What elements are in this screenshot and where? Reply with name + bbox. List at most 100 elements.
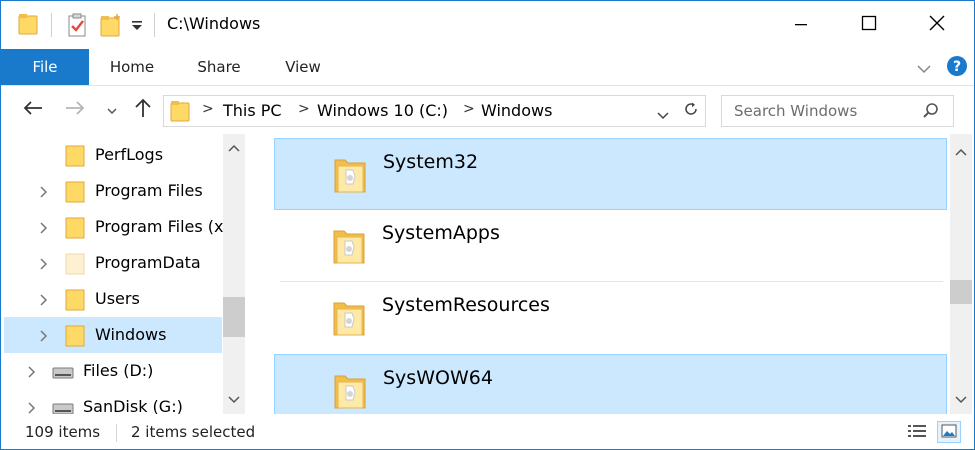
back-arrow-icon (23, 100, 43, 120)
drive-icon (52, 365, 74, 384)
minimize-icon (794, 16, 808, 35)
tree-item-windows[interactable]: Windows (4, 317, 222, 353)
system-folder-icon (332, 225, 366, 269)
tree-item-files-d[interactable]: Files (D:) (1, 353, 222, 389)
breadcrumb-windows[interactable]: Windows (481, 101, 552, 120)
breadcrumb-separator: > (202, 101, 214, 117)
file-item-name: System32 (383, 151, 479, 173)
tree-item-label: Program Files (x (95, 217, 224, 236)
chevron-down-icon[interactable] (656, 106, 670, 125)
help-icon[interactable]: ? (946, 55, 968, 81)
folder-icon (65, 179, 85, 207)
large-icons-view-icon (941, 423, 957, 442)
item-count: 109 items (25, 423, 101, 441)
tree-item-label: Program Files (95, 181, 203, 200)
address-bar[interactable]: > This PC > Windows 10 (C:) > Windows (163, 95, 679, 127)
scroll-down-arrow-icon[interactable] (223, 390, 245, 410)
tree-item-program-files[interactable]: Program Files (1, 173, 222, 209)
new-folder-icon[interactable] (100, 13, 122, 41)
tree-item-label: Users (95, 289, 140, 308)
large-icons-view-button[interactable] (937, 421, 961, 443)
nav-pane-scroll-thumb[interactable] (223, 297, 245, 337)
minimize-button[interactable] (767, 1, 835, 49)
ribbon-tabs: File Home Share View ? (1, 49, 974, 86)
selection-count: 2 items selected (131, 423, 256, 441)
system-folder-icon (332, 297, 366, 341)
refresh-button[interactable] (677, 95, 706, 127)
window-title: C:\Windows (167, 14, 261, 33)
forward-button[interactable] (61, 96, 89, 124)
chevron-right-icon[interactable] (27, 400, 37, 414)
folder-icon (65, 143, 85, 171)
folder-icon (170, 100, 190, 126)
chevron-right-icon[interactable] (39, 328, 49, 347)
system-folder-icon (333, 154, 367, 198)
file-item-systemresources[interactable]: SystemResources (274, 282, 947, 354)
chevron-right-icon[interactable] (39, 184, 49, 203)
explorer-window: C:\Windows File Home Share View ? > This… (0, 0, 975, 450)
tree-item-label: ProgramData (95, 253, 201, 272)
status-bar: 109 items 2 items selected (1, 415, 974, 449)
chevron-right-icon[interactable] (39, 256, 49, 275)
file-item-name: SysWOW64 (383, 367, 493, 389)
up-button[interactable] (131, 96, 155, 124)
close-button[interactable] (903, 1, 971, 49)
breadcrumb-separator: > (463, 101, 475, 117)
breadcrumb-separator: > (298, 101, 310, 117)
address-toolbar: > This PC > Windows 10 (C:) > Windows (1, 86, 974, 134)
file-list-scrollbar[interactable] (950, 134, 972, 414)
toolbar-divider (51, 13, 52, 37)
properties-checklist-icon[interactable] (67, 13, 87, 41)
title-bar: C:\Windows (1, 1, 974, 49)
details-view-button[interactable] (905, 421, 929, 443)
folder-icon (65, 287, 85, 315)
tree-item-perflogs[interactable]: PerfLogs (1, 137, 222, 173)
chevron-right-icon[interactable] (39, 292, 49, 311)
tab-view[interactable]: View (273, 49, 333, 85)
tree-item-sandisk-g[interactable]: SanDisk (G:) (1, 389, 222, 414)
tab-home[interactable]: Home (98, 49, 166, 85)
scroll-down-arrow-icon[interactable] (950, 390, 972, 410)
recent-locations-button[interactable] (102, 96, 122, 124)
file-item-syswow64[interactable]: SysWOW64 (274, 354, 947, 414)
nav-pane-scrollbar[interactable] (223, 134, 245, 414)
chevron-right-icon[interactable] (27, 364, 37, 383)
customize-dropdown-icon[interactable] (130, 15, 144, 39)
search-icon[interactable] (922, 102, 940, 124)
folder-icon (65, 215, 85, 243)
scroll-up-arrow-icon[interactable] (223, 138, 245, 158)
file-item-systemapps[interactable]: SystemApps (274, 210, 947, 282)
folder-icon (65, 323, 85, 351)
file-item-system32[interactable]: System32 (274, 138, 947, 210)
tree-item-label: Files (D:) (83, 361, 154, 380)
svg-text:?: ? (953, 59, 961, 75)
file-item-name: SystemApps (382, 222, 500, 244)
toolbar-divider (154, 13, 155, 37)
tree-item-label: SanDisk (G:) (83, 397, 183, 414)
status-divider (116, 424, 117, 442)
tree-item-programdata[interactable]: ProgramData (1, 245, 222, 281)
tree-item-program-files-x86[interactable]: Program Files (x (1, 209, 224, 245)
search-input[interactable] (722, 96, 924, 126)
back-button[interactable] (19, 96, 47, 124)
chevron-right-icon[interactable] (39, 220, 49, 239)
folder-hidden-icon (65, 251, 85, 279)
maximize-button[interactable] (835, 1, 903, 49)
file-list-scroll-thumb[interactable] (950, 280, 972, 304)
chevron-down-icon[interactable] (916, 60, 932, 79)
tab-share[interactable]: Share (187, 49, 251, 85)
scroll-up-arrow-icon[interactable] (950, 142, 972, 162)
maximize-icon (861, 15, 877, 35)
tree-item-label: Windows (95, 325, 167, 344)
breadcrumb-this-pc[interactable]: This PC (223, 101, 282, 120)
search-box (721, 95, 954, 127)
folder-icon[interactable] (18, 13, 38, 39)
details-view-icon (908, 423, 926, 442)
file-list: System32 SystemApps SystemResources SysW… (247, 134, 974, 414)
tree-item-label: PerfLogs (95, 145, 164, 164)
breadcrumb-drive-c[interactable]: Windows 10 (C:) (317, 101, 448, 120)
tree-item-users[interactable]: Users (1, 281, 222, 317)
tab-file[interactable]: File (1, 49, 89, 85)
system-folder-icon (333, 370, 367, 414)
drive-icon (52, 401, 74, 414)
